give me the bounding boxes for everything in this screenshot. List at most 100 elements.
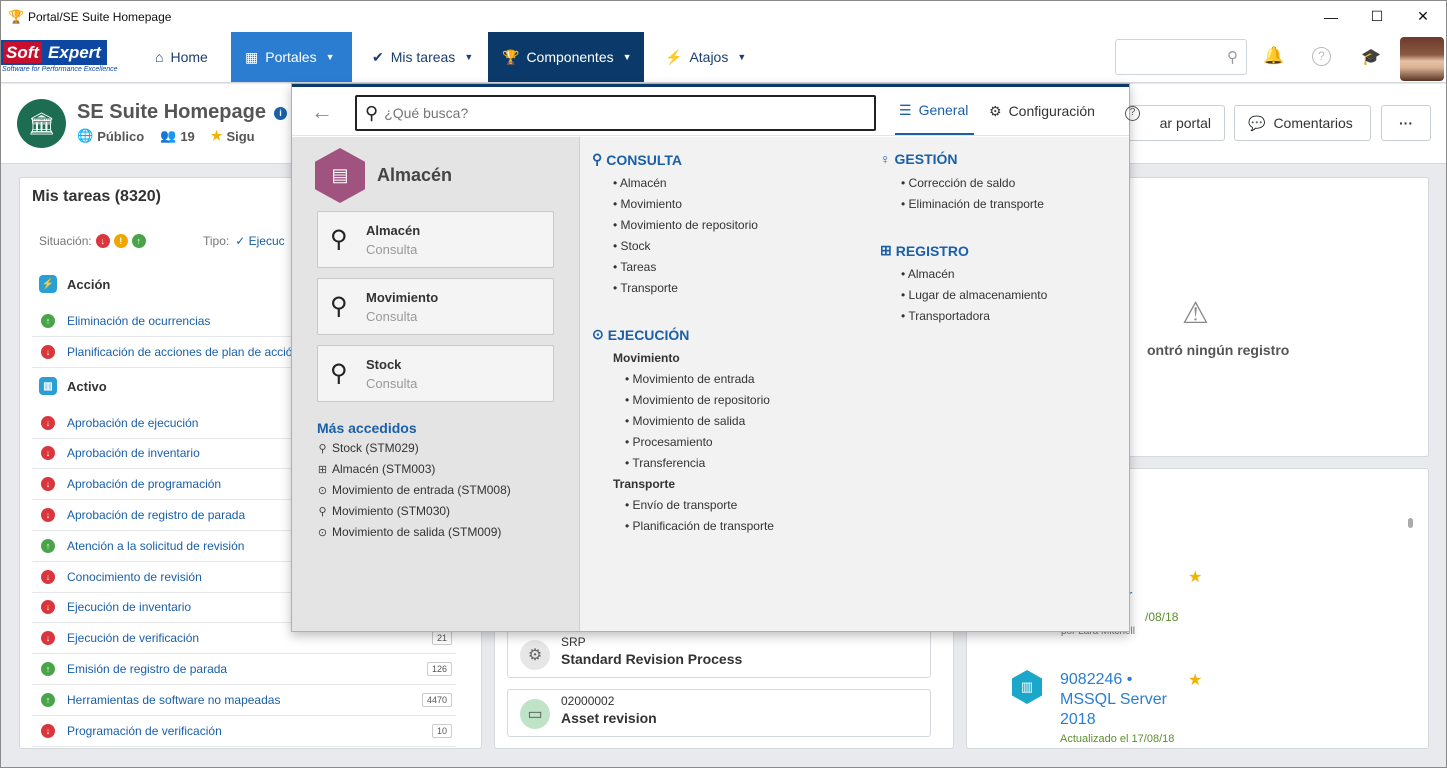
category-ejecucion-title: EJECUCIÓN bbox=[607, 326, 690, 343]
close-window-button[interactable]: ✕ bbox=[1400, 1, 1446, 32]
menu-item[interactable]: • Tareas bbox=[613, 260, 656, 274]
nav-atajos[interactable]: ⚡ Atajos ▼ bbox=[651, 32, 760, 82]
tab-configuracion[interactable]: ⚙ Configuración bbox=[989, 87, 1095, 135]
menu-item[interactable]: • Stock bbox=[613, 239, 651, 253]
menu-item[interactable]: • Movimiento de salida bbox=[625, 414, 745, 428]
quick-access-title: Almacén bbox=[366, 223, 421, 238]
portal-button-label: ar portal bbox=[1159, 115, 1211, 131]
process-item[interactable]: ⚙ SRP Standard Revision Process bbox=[507, 630, 931, 678]
process-code: 02000002 bbox=[561, 694, 615, 708]
task-label: Programación de verificación bbox=[67, 724, 222, 738]
menu-item[interactable]: • Eliminación de transporte bbox=[901, 197, 1044, 211]
mas-accedidos-item[interactable]: ⚲ Movimiento (STM030) bbox=[317, 504, 450, 518]
menu-item[interactable]: • Transportadora bbox=[901, 309, 990, 323]
status-late-filter-icon[interactable]: ↓ bbox=[95, 234, 110, 248]
status-ontime-filter-icon[interactable]: ↑ bbox=[131, 234, 146, 248]
bolt-icon: ⚡ bbox=[39, 275, 57, 293]
task-row[interactable]: ↑ Emisión de registro de parada 126 bbox=[32, 654, 456, 685]
menu-item[interactable]: • Almacén bbox=[901, 267, 955, 281]
nav-atajos-label: Atajos bbox=[689, 49, 729, 65]
maximize-button[interactable]: ☐ bbox=[1354, 1, 1400, 32]
comentarios-button[interactable]: 💬 Comentarios bbox=[1234, 105, 1371, 141]
window-controls: — ☐ ✕ bbox=[1308, 1, 1446, 32]
menu-item[interactable]: • Planificación de transporte bbox=[625, 519, 774, 533]
category-gestion: ♀ GESTIÓN bbox=[880, 151, 958, 167]
component-search-input[interactable] bbox=[384, 105, 855, 121]
nav-portales[interactable]: ▦ Portales ▼ bbox=[231, 32, 352, 82]
situacion-filter: Situación: ↓ ! ↑ bbox=[39, 234, 146, 248]
status-warning-filter-icon[interactable]: ! bbox=[113, 234, 128, 248]
nav-componentes[interactable]: 🏆 Componentes ▼ bbox=[488, 32, 644, 82]
task-count-badge: 10 bbox=[431, 724, 452, 738]
menu-subgroup: Transporte bbox=[613, 477, 676, 491]
page-meta: 🌐 Público 👥 19 ★ Sigu bbox=[77, 128, 255, 144]
star-icon: ★ bbox=[210, 128, 223, 143]
gear-icon: ⚙ bbox=[520, 640, 550, 670]
more-options-button[interactable]: ··· bbox=[1381, 105, 1431, 141]
menu-item[interactable]: • Transferencia bbox=[625, 456, 705, 470]
mas-accedidos-item[interactable]: ⊞ Almacén (STM003) bbox=[317, 462, 435, 476]
tab-general[interactable]: ☰ General bbox=[895, 87, 974, 135]
server-icon: ▥ bbox=[1012, 670, 1042, 704]
menu-item[interactable]: • Lugar de almacenamiento bbox=[901, 288, 1047, 302]
task-row[interactable]: ↓ Programación de verificación 10 bbox=[32, 716, 456, 747]
info-icon[interactable]: i bbox=[274, 107, 287, 120]
task-label: Planificación de acciones de plan de acc… bbox=[67, 345, 293, 359]
status-ontime-icon: ↑ bbox=[41, 662, 55, 676]
notifications-bell-icon[interactable]: 🔔 bbox=[1263, 46, 1284, 66]
task-row[interactable]: ↑ Herramientas de software no mapeadas 447… bbox=[32, 685, 456, 716]
menu-item[interactable]: • Envío de transporte bbox=[625, 498, 737, 512]
window-title: Portal/SE Suite Homepage bbox=[28, 9, 172, 24]
minimize-button[interactable]: — bbox=[1308, 1, 1354, 32]
favorite-title[interactable]: 9082246 • MSSQL Server 2018 bbox=[1060, 670, 1190, 730]
global-search-input[interactable]: ⚲ bbox=[1115, 39, 1247, 75]
mas-accedidos-item[interactable]: ⚲ Stock (STM029) bbox=[317, 441, 418, 455]
search-icon: ⚲ bbox=[330, 360, 348, 387]
main-navbar: Soft Expert Software for Performance Exc… bbox=[1, 32, 1446, 83]
back-arrow-icon[interactable]: ← bbox=[311, 99, 333, 125]
task-count-badge: 126 bbox=[426, 662, 452, 676]
graduation-cap-icon[interactable]: 🎓 bbox=[1361, 47, 1381, 67]
menu-item[interactable]: • Movimiento de repositorio bbox=[613, 218, 758, 232]
menu-item[interactable]: • Almacén bbox=[613, 176, 667, 190]
quick-access-button[interactable]: ⚲ Stock Consulta bbox=[317, 345, 554, 402]
mas-accedidos-item[interactable]: ⊙ Movimiento de salida (STM009) bbox=[317, 525, 502, 539]
menu-item[interactable]: • Movimiento de repositorio bbox=[625, 393, 770, 407]
nav-mis-tareas[interactable]: ✔ Mis tareas ▼ bbox=[358, 32, 487, 82]
category-consulta-title: CONSULTA bbox=[606, 151, 682, 168]
tipo-filter[interactable]: Tipo: ✓ Ejecuc bbox=[203, 234, 285, 248]
help-icon[interactable]: ? bbox=[1312, 47, 1331, 66]
section-accion[interactable]: ⚡ Acción bbox=[39, 275, 110, 293]
menu-item[interactable]: • Movimiento de entrada bbox=[625, 372, 755, 386]
monitor-icon: ▭ bbox=[520, 699, 550, 729]
task-label: Ejecución de verificación bbox=[67, 631, 200, 645]
menu-item[interactable]: • Corrección de saldo bbox=[901, 176, 1015, 190]
user-avatar[interactable] bbox=[1400, 37, 1444, 81]
warning-icon: ⚠ bbox=[1182, 297, 1209, 330]
quick-access-button[interactable]: ⚲ Movimiento Consulta bbox=[317, 278, 554, 335]
scrollbar-thumb[interactable] bbox=[1408, 518, 1413, 528]
star-icon[interactable]: ★ bbox=[1188, 567, 1202, 587]
process-code: SRP bbox=[561, 635, 586, 649]
status-late-icon: ↓ bbox=[41, 477, 55, 491]
status-late-icon: ↓ bbox=[41, 631, 55, 645]
nav-home[interactable]: ⌂ Home bbox=[141, 32, 222, 82]
search-icon: ⚲ bbox=[330, 226, 348, 253]
section-activo[interactable]: ▥ Activo bbox=[39, 377, 107, 395]
menu-item[interactable]: • Procesamiento bbox=[625, 435, 713, 449]
help-icon[interactable]: ? bbox=[1125, 106, 1140, 121]
component-search-field[interactable]: ⚲ bbox=[355, 95, 876, 131]
menu-item[interactable]: • Movimiento bbox=[613, 197, 682, 211]
star-icon[interactable]: ★ bbox=[1188, 670, 1202, 690]
task-label: Emisión de registro de parada bbox=[67, 662, 228, 676]
mas-accedidos-label: Movimiento de entrada (STM008) bbox=[332, 483, 511, 497]
portal-building-icon: 🏛 bbox=[17, 99, 66, 148]
softexpert-logo[interactable]: Soft Expert Software for Performance Exc… bbox=[1, 40, 133, 76]
follow-label[interactable]: Sigu bbox=[226, 129, 254, 144]
mas-accedidos-item[interactable]: ⊙ Movimiento de entrada (STM008) bbox=[317, 483, 511, 497]
quick-access-button[interactable]: ⚲ Almacén Consulta bbox=[317, 211, 554, 268]
logo-soft-text: Soft bbox=[1, 40, 43, 65]
process-item[interactable]: ▭ 02000002 Asset revision bbox=[507, 689, 931, 737]
visibility-label: Público bbox=[97, 128, 145, 144]
menu-item[interactable]: • Transporte bbox=[613, 281, 678, 295]
